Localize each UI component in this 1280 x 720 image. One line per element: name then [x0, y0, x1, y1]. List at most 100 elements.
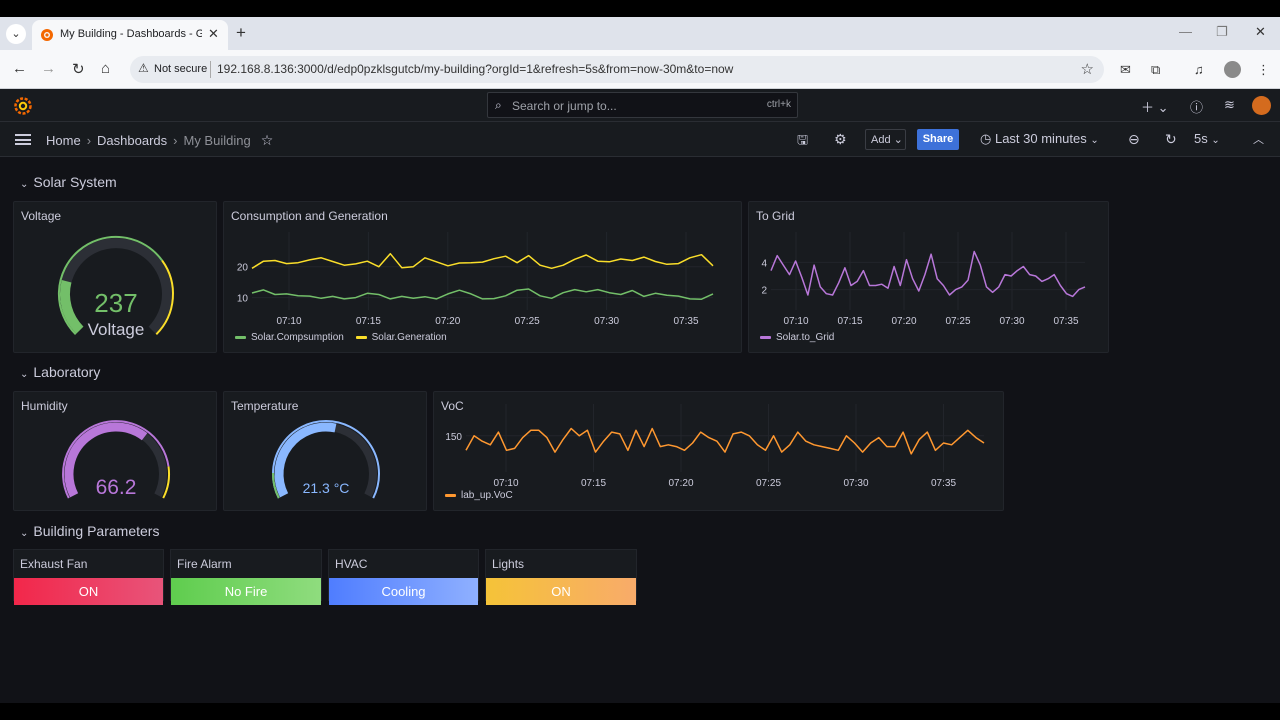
browser-tab-strip: ⌄ My Building - Dashboards - Gr ✕ + — ❐ …: [0, 17, 1280, 50]
dashboard-canvas: ⌄ Solar System Voltage 237 Voltage Consum…: [0, 157, 1280, 703]
voltage-unit-label: Voltage: [87, 320, 145, 339]
omnibox[interactable]: ⚠ Not secure 192.168.8.136:3000/d/edp0pz…: [130, 56, 1104, 83]
collapse-chevron-icon[interactable]: ︿: [1253, 131, 1264, 147]
new-plus-icon[interactable]: ＋ ⌄: [1141, 97, 1169, 116]
x-tick-label: 07:35: [673, 316, 698, 327]
x-tick-label: 07:15: [837, 316, 862, 327]
humidity-panel[interactable]: Humidity 66.2: [13, 391, 217, 511]
x-tick-label: 07:10: [493, 478, 518, 489]
news-feed-icon[interactable]: ≋: [1224, 97, 1235, 113]
screen-top-border: [0, 0, 1280, 17]
security-label[interactable]: Not secure: [154, 63, 207, 75]
dashboard-nav-bar: Home › Dashboards › My Building ☆ 🖫 ⚙ Add ⌄ S…: [0, 122, 1280, 157]
grafana-logo-icon[interactable]: [14, 97, 32, 115]
row-chevron-icon: ⌄: [20, 179, 29, 190]
row-chevron-icon: ⌄: [20, 528, 29, 539]
legend-item-generation[interactable]: Solar.Generation: [355, 332, 447, 343]
stat-title: Lights: [492, 557, 525, 571]
user-avatar[interactable]: [1252, 96, 1271, 115]
x-tick-label: 07:30: [843, 478, 868, 489]
save-icon[interactable]: 🖫: [797, 131, 808, 153]
grafana-favicon-icon: [41, 29, 53, 41]
omnibox-divider: [210, 61, 211, 78]
refresh-interval-picker[interactable]: 5s ⌄: [1194, 131, 1220, 146]
x-tick-label: 07:15: [581, 478, 606, 489]
bookmark-star-icon[interactable]: ☆: [1081, 60, 1094, 78]
search-bar[interactable]: ⌕ Search or jump to... ctrl+k: [487, 92, 798, 118]
x-tick-label: 07:25: [756, 478, 781, 489]
legend-item-to-grid[interactable]: Solar.to_Grid: [760, 332, 834, 343]
favorite-star-icon[interactable]: ☆: [261, 132, 274, 148]
minimize-icon[interactable]: —: [1179, 24, 1192, 39]
stat-fire-alarm[interactable]: Fire Alarm No Fire: [170, 549, 322, 605]
close-window-icon[interactable]: ✕: [1255, 24, 1266, 40]
breadcrumb-dashboards[interactable]: Dashboards: [97, 133, 167, 148]
browser-tab[interactable]: My Building - Dashboards - Gr ✕: [32, 20, 228, 50]
stat-exhaust-fan[interactable]: Exhaust Fan ON: [13, 549, 164, 605]
voc-panel[interactable]: VoC 150 07:10 07:15 07:20 07:25 07:30 07:35 la…: [433, 391, 1004, 511]
stat-hvac[interactable]: HVAC Cooling: [328, 549, 479, 605]
row-building-parameters[interactable]: ⌄ Building Parameters: [20, 523, 159, 539]
stat-value: No Fire: [171, 578, 321, 605]
tab-close-icon[interactable]: ✕: [208, 26, 219, 42]
y-tick-label: 10: [237, 294, 249, 305]
mail-extension-icon[interactable]: ✉: [1120, 62, 1131, 78]
back-icon[interactable]: ←: [12, 60, 27, 77]
menu-hamburger-icon[interactable]: [15, 134, 31, 145]
series-line-lab-up-voc: [465, 427, 985, 455]
refresh-interval-label: 5s: [1194, 131, 1208, 146]
temperature-panel[interactable]: Temperature 21.3 °C: [223, 391, 427, 511]
x-tick-label: 07:20: [668, 478, 693, 489]
to-grid-panel[interactable]: To Grid 2 4 07:10 07:15 07:20 07:25 07:30 07:35…: [748, 201, 1109, 353]
voltage-panel[interactable]: Voltage 237 Voltage: [13, 201, 217, 353]
breadcrumb-home[interactable]: Home: [46, 133, 81, 148]
stat-value: ON: [14, 578, 163, 605]
consumption-panel[interactable]: Consumption and Generation 10 20 07:10 07:1…: [223, 201, 742, 353]
x-tick-label: 07:35: [931, 478, 956, 489]
row-solar-system[interactable]: ⌄ Solar System: [20, 174, 117, 190]
help-icon[interactable]: ⓘ: [1190, 97, 1203, 116]
refresh-icon[interactable]: ↻: [1165, 131, 1177, 148]
browser-profile-avatar[interactable]: [1224, 61, 1241, 78]
search-shortcut: ctrl+k: [766, 99, 791, 110]
restore-icon[interactable]: ❐: [1216, 24, 1228, 40]
x-tick-label: 07:30: [594, 316, 619, 327]
legend-item-voc[interactable]: lab_up.VoC: [445, 490, 513, 501]
temperature-value: 21.3 °C: [302, 480, 350, 496]
search-placeholder: Search or jump to...: [512, 99, 617, 113]
stat-title: HVAC: [335, 557, 368, 571]
media-control-icon[interactable]: ♫: [1194, 62, 1204, 77]
browser-menu-icon[interactable]: ⋮: [1257, 62, 1270, 78]
add-button[interactable]: Add ⌄: [865, 129, 906, 150]
y-tick-label: 2: [761, 286, 767, 297]
legend-item-consumption[interactable]: Solar.Compsumption: [235, 332, 344, 343]
row-chevron-icon: ⌄: [20, 369, 29, 380]
time-picker[interactable]: ◷ Last 30 minutes ⌄: [980, 131, 1099, 147]
zoom-out-icon[interactable]: ⊖: [1128, 131, 1140, 148]
screen-bottom-border: [0, 703, 1280, 720]
home-icon[interactable]: ⌂: [101, 60, 110, 77]
series-line-solar-generation: [251, 252, 714, 270]
url-text[interactable]: 192.168.8.136:3000/d/edp0pzklsgutcb/my-b…: [217, 62, 733, 76]
reload-icon[interactable]: ↻: [72, 60, 85, 78]
settings-gear-icon[interactable]: ⚙: [834, 131, 847, 148]
voc-chart: 150 07:10 07:15 07:20 07:25 07:30 07:35: [445, 404, 985, 489]
warning-icon: ⚠: [138, 61, 149, 75]
forward-icon[interactable]: →: [41, 60, 56, 77]
stat-title: Fire Alarm: [177, 557, 232, 571]
new-tab-icon[interactable]: +: [236, 23, 246, 43]
stat-value: ON: [486, 578, 636, 605]
tab-search-button[interactable]: ⌄: [6, 24, 26, 44]
x-tick-label: 07:10: [783, 316, 808, 327]
share-button[interactable]: Share: [917, 129, 959, 150]
tab-title: My Building - Dashboards - Gr: [60, 28, 202, 40]
x-tick-label: 07:25: [515, 316, 540, 327]
stat-lights[interactable]: Lights ON: [485, 549, 637, 605]
stat-title: Exhaust Fan: [20, 557, 88, 571]
y-tick-label: 20: [237, 263, 249, 274]
extensions-puzzle-icon[interactable]: ⧉: [1151, 62, 1160, 78]
to-grid-legend: Solar.to_Grid: [760, 332, 834, 343]
consumption-legend: Solar.Compsumption Solar.Generation: [235, 332, 447, 343]
row-laboratory[interactable]: ⌄ Laboratory: [20, 364, 100, 380]
x-tick-label: 07:15: [356, 316, 381, 327]
